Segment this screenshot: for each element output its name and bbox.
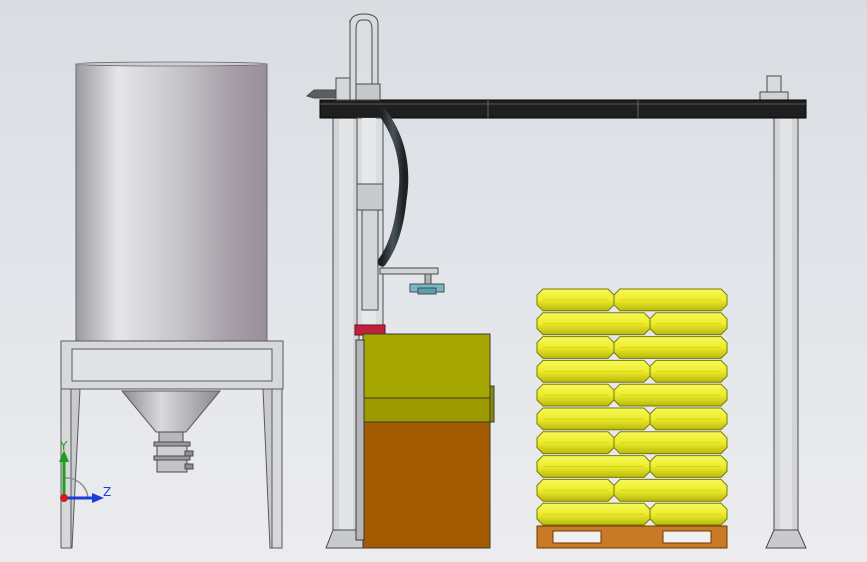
z-axis-label: Z	[103, 485, 111, 499]
gantry-right-column	[759, 75, 807, 549]
silo-body	[75, 63, 268, 343]
silo-top	[75, 61, 268, 67]
gantry-top-beam	[319, 99, 807, 119]
vertical-lift-mast	[356, 117, 384, 331]
silo	[60, 61, 284, 549]
silo-outlet-valve	[153, 431, 194, 473]
axis-origin	[60, 494, 68, 502]
gantry-carriage	[305, 13, 381, 101]
silo-hopper-cone	[120, 390, 222, 433]
vacuum-hose	[377, 107, 409, 267]
bagging-machine	[355, 333, 495, 549]
machine-scene: Y Z	[59, 13, 807, 549]
gripper-arm	[379, 267, 445, 295]
pallet	[536, 525, 728, 549]
pallet-stack	[536, 288, 728, 526]
y-axis-label: Y	[59, 439, 68, 453]
